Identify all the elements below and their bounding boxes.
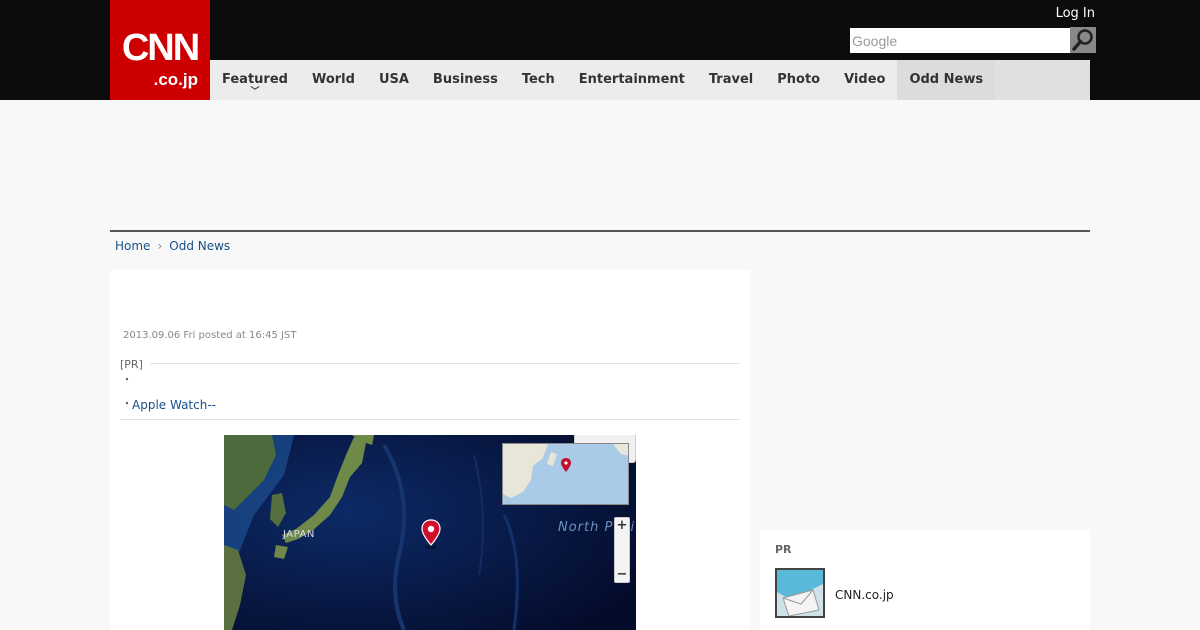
sidebar-pr-link[interactable]: CNN.co.jp: [835, 587, 894, 603]
breadcrumb: Home › Odd News: [115, 238, 230, 254]
breadcrumb-odd-news[interactable]: Odd News: [169, 238, 230, 254]
nav-item-tech[interactable]: Tech: [510, 60, 567, 100]
posted-timestamp: 2013.09.06 Fri posted at 16:45 JST: [123, 330, 297, 341]
logo-text: CNN: [121, 27, 200, 69]
nav-item-photo[interactable]: Photo: [765, 60, 832, 100]
zoom-out-button[interactable]: −: [615, 568, 629, 582]
article-card: 2013.09.06 Fri posted at 16:45 JST [PR] …: [110, 270, 750, 630]
pr-divider: [150, 363, 740, 364]
pr-thumbnail[interactable]: [775, 568, 825, 618]
envelope-icon: [777, 570, 823, 616]
breadcrumb-home[interactable]: Home: [115, 238, 150, 254]
nav-item-video[interactable]: Video: [832, 60, 897, 100]
nav-item-travel[interactable]: Travel: [697, 60, 765, 100]
zoom-in-button[interactable]: +: [615, 519, 629, 533]
chevron-down-icon: ﹀: [250, 87, 260, 97]
login-link[interactable]: Log In: [1050, 6, 1095, 22]
main-nav: Featured ﹀ World USA Business Tech Enter…: [210, 60, 1090, 100]
content-divider: [110, 230, 1090, 232]
nav-item-world[interactable]: World: [300, 60, 367, 100]
sidebar-pr-box: PR CNN.co.jp: [760, 530, 1090, 630]
cnn-logo[interactable]: CNN .co.jp: [110, 0, 210, 100]
nav-item-odd-news[interactable]: Odd News: [897, 60, 996, 100]
nav-item-label: Featured: [222, 72, 288, 87]
nav-item-featured[interactable]: Featured ﹀: [210, 60, 300, 100]
map-marker-icon[interactable]: [421, 519, 441, 549]
nav-item-usa[interactable]: USA: [367, 60, 421, 100]
sidebar-pr-title: PR: [775, 543, 792, 556]
pr-bullet: ・: [122, 399, 132, 410]
minimap-image: [503, 444, 628, 504]
search-button[interactable]: [1070, 27, 1096, 53]
nav-item-entertainment[interactable]: Entertainment: [567, 60, 697, 100]
zoom-control: + −: [614, 517, 630, 583]
overview-minimap[interactable]: [502, 443, 629, 505]
search-icon: [1072, 29, 1093, 51]
map-widget[interactable]: JAPAN North Pacific O + −: [224, 435, 636, 630]
logo-sub-text: .co.jp: [153, 70, 198, 89]
pr-bullet: ・: [122, 375, 132, 386]
search-input[interactable]: [850, 28, 1070, 53]
pr-link-apple-watch[interactable]: Apple Watch--: [132, 397, 216, 413]
nav-filler: [995, 60, 1090, 100]
nav-item-business[interactable]: Business: [421, 60, 510, 100]
pr-label: [PR]: [120, 358, 143, 371]
map-label-japan: JAPAN: [283, 529, 315, 540]
pr-divider-bottom: [120, 419, 740, 420]
chevron-right-icon: ›: [157, 239, 163, 253]
